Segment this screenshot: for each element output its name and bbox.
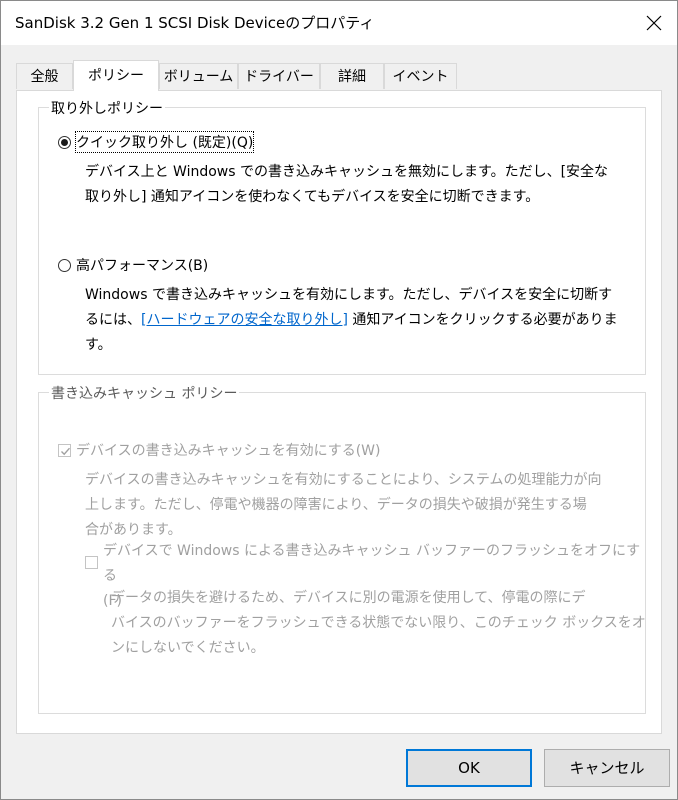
high-performance-radio[interactable] xyxy=(58,259,71,272)
tab-volume[interactable]: ボリューム xyxy=(159,63,238,89)
tab-events[interactable]: イベント xyxy=(384,63,457,89)
enable-write-cache-description: デバイスの書き込みキャッシュを有効にすることにより、システムの処理能力が向 上し… xyxy=(85,472,602,538)
high-performance-description: Windows で書き込みキャッシュを有効にします。ただし、デバイスを安全に切断… xyxy=(85,287,618,353)
flush-off-description: データの損失を避けるため、デバイスに別の電源を使用して、停電の際にデ バイスのバ… xyxy=(111,590,646,656)
quick-removal-radio[interactable] xyxy=(58,136,71,149)
tab-strip: 全般 ポリシー ボリューム ドライバー 詳細 イベント xyxy=(1,60,677,91)
cancel-button[interactable]: キャンセル xyxy=(544,749,670,787)
removal-policy-group: 取り外しポリシー クイック取り外し (既定)(Q) デバイス上と Windows… xyxy=(38,98,646,375)
title-bar[interactable]: SanDisk 3.2 Gen 1 SCSI Disk Deviceのプロパティ xyxy=(1,1,677,45)
ok-button[interactable]: OK xyxy=(406,749,532,787)
write-cache-policy-group: 書き込みキャッシュ ポリシー デバイスの書き込みキャッシュを有効にする(W) デ… xyxy=(38,383,646,714)
removal-policy-label: 取り外しポリシー xyxy=(49,98,165,118)
enable-write-cache-checkbox[interactable] xyxy=(58,444,71,457)
write-cache-policy-label: 書き込みキャッシュ ポリシー xyxy=(49,383,240,403)
properties-dialog: SanDisk 3.2 Gen 1 SCSI Disk Deviceのプロパティ… xyxy=(0,0,678,800)
safely-remove-hardware-link[interactable]: [ハードウェアの安全な取り外し] xyxy=(141,312,348,328)
checkmark-icon xyxy=(61,447,71,456)
quick-removal-label[interactable]: クイック取り外し (既定)(Q) xyxy=(74,131,255,153)
tab-policy[interactable]: ポリシー xyxy=(73,60,159,91)
enable-write-cache-label[interactable]: デバイスの書き込みキャッシュを有効にする(W) xyxy=(76,440,381,460)
tab-driver[interactable]: ドライバー xyxy=(238,63,320,89)
flush-off-checkbox[interactable] xyxy=(85,556,98,569)
quick-removal-description: デバイス上と Windows での書き込みキャッシュを無効にします。ただし、[安… xyxy=(85,164,609,205)
tab-general[interactable]: 全般 xyxy=(16,63,73,89)
close-icon xyxy=(646,15,662,31)
window-title: SanDisk 3.2 Gen 1 SCSI Disk Deviceのプロパティ xyxy=(15,14,375,32)
high-performance-label[interactable]: 高パフォーマンス(B) xyxy=(76,255,208,275)
close-button[interactable] xyxy=(631,1,677,45)
policy-tab-panel: 取り外しポリシー クイック取り外し (既定)(Q) デバイス上と Windows… xyxy=(16,90,662,734)
tab-details[interactable]: 詳細 xyxy=(320,63,384,89)
